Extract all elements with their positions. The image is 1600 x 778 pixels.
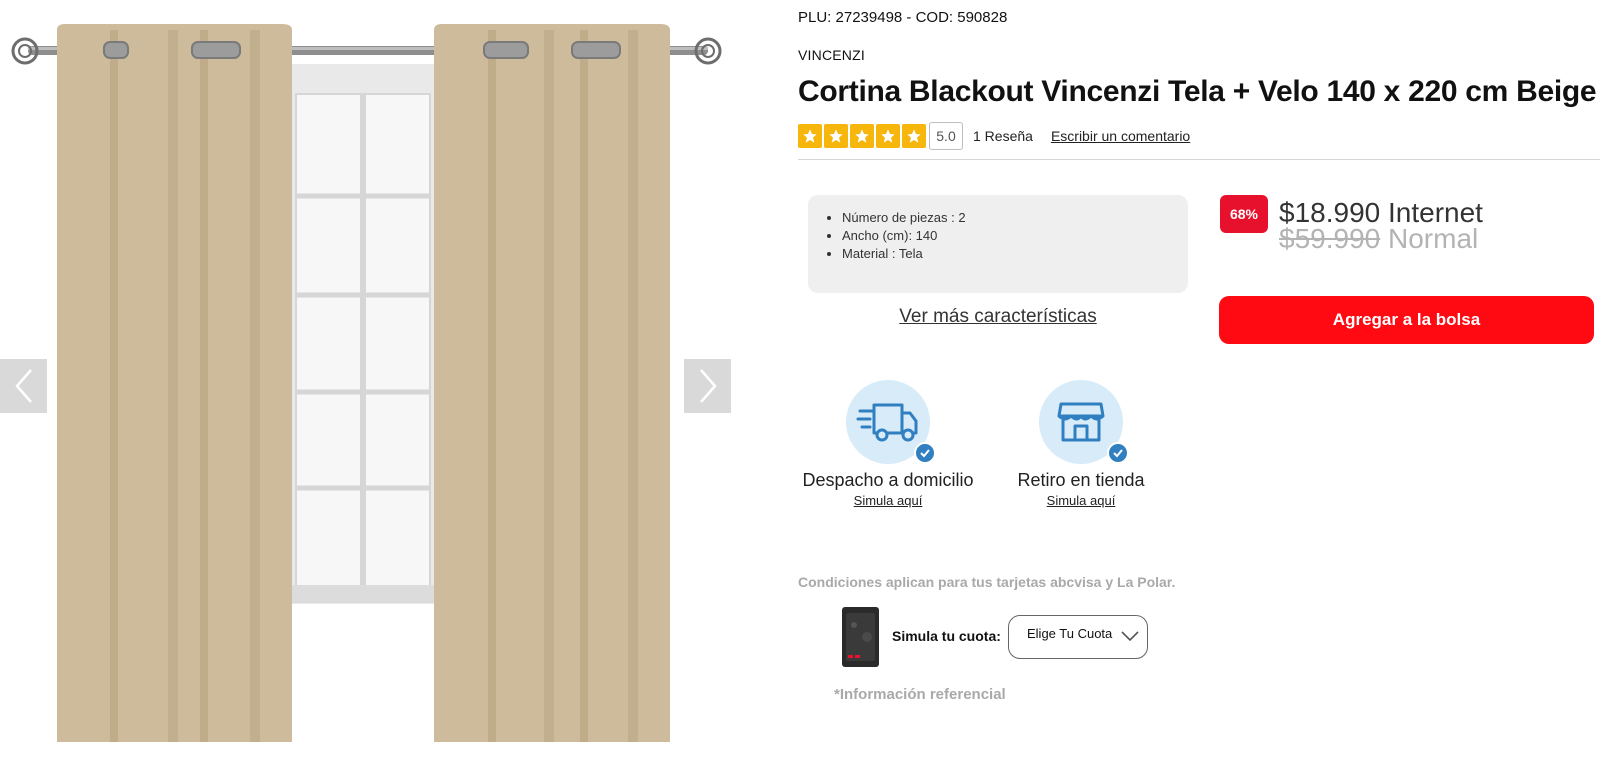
credit-card-image [842, 607, 879, 667]
feature-item: Material : Tela [842, 245, 1170, 263]
reference-footnote: *Información referencial [834, 686, 1006, 703]
store-icon [1039, 380, 1129, 464]
gallery-next-button[interactable] [684, 359, 731, 413]
write-review-link[interactable]: Escribir un comentario [1051, 128, 1190, 144]
feature-item: Ancho (cm): 140 [842, 227, 1170, 245]
rating-row: 5.0 1 Reseña Escribir un comentario [798, 121, 1190, 151]
card-conditions: Condiciones aplican para tus tarjetas ab… [798, 574, 1176, 590]
store-label: Retiro en tienda [1017, 470, 1145, 490]
normal-price-label: Normal [1388, 223, 1479, 254]
product-code: PLU: 27239498 - COD: 590828 [798, 9, 1008, 26]
delivery-option: Despacho a domicilio Simula aquí [798, 380, 978, 508]
delivery-simulate-link[interactable]: Simula aquí [798, 493, 978, 508]
gallery-prev-button[interactable] [0, 359, 47, 413]
simulate-installment-label: Simula tu cuota: [892, 628, 1001, 644]
product-info: PLU: 27239498 - COD: 590828 VINCENZI Cor… [798, 0, 1600, 778]
divider [798, 159, 1600, 160]
check-icon [1107, 442, 1129, 464]
store-simulate-link[interactable]: Simula aquí [991, 493, 1171, 508]
product-brand: VINCENZI [798, 47, 865, 63]
delivery-truck-icon [846, 380, 936, 464]
star-icon [798, 124, 822, 148]
normal-price: $59.990 Normal [1279, 223, 1478, 255]
chevron-left-icon [14, 369, 32, 403]
product-image [11, 24, 722, 742]
product-gallery [0, 0, 738, 778]
star-icon [876, 124, 900, 148]
more-features-link[interactable]: Ver más características [808, 306, 1188, 328]
add-to-bag-button[interactable]: Agregar a la bolsa [1219, 296, 1594, 344]
installment-select-value: Elige Tu Cuota [1027, 626, 1113, 641]
product-title: Cortina Blackout Vincenzi Tela + Velo 14… [798, 75, 1597, 108]
star-icon [824, 124, 848, 148]
check-icon [914, 442, 936, 464]
chevron-down-icon [1121, 631, 1139, 641]
store-pickup-option: Retiro en tienda Simula aquí [991, 380, 1171, 508]
review-count[interactable]: 1 Reseña [973, 128, 1033, 144]
normal-price-value: $59.990 [1279, 223, 1381, 254]
installment-select[interactable]: Elige Tu Cuota [1008, 615, 1148, 659]
features-box: Número de piezas : 2 Ancho (cm): 140 Mat… [808, 195, 1188, 293]
rating-stars [798, 124, 926, 148]
discount-badge: 68% [1220, 195, 1268, 233]
chevron-right-icon [699, 369, 717, 403]
features-list: Número de piezas : 2 Ancho (cm): 140 Mat… [842, 209, 1170, 263]
feature-item: Número de piezas : 2 [842, 209, 1170, 227]
rating-value: 5.0 [929, 122, 963, 150]
delivery-label: Despacho a domicilio [802, 470, 974, 490]
star-icon [850, 124, 874, 148]
star-icon [902, 124, 926, 148]
